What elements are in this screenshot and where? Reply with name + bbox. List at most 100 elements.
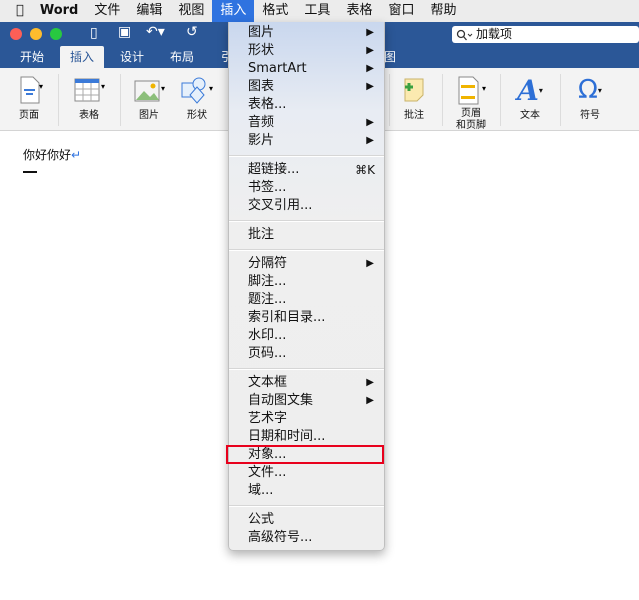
menu-file[interactable]: 文件	[86, 0, 128, 22]
search-input[interactable]: 加载项	[452, 26, 639, 43]
menu-item[interactable]: 域...	[229, 482, 384, 500]
menu-help[interactable]: 帮助	[422, 0, 464, 22]
header-footer-button[interactable]: ▾ 页眉 和页脚	[446, 74, 496, 132]
divider	[58, 74, 59, 126]
picture-icon: ▾	[124, 74, 174, 106]
tab-insert[interactable]: 插入	[60, 46, 105, 68]
submenu-arrow-icon: ▶	[366, 135, 374, 146]
menu-item[interactable]: 形状 ▶	[229, 42, 384, 60]
menu-item-label: 水印...	[248, 328, 287, 343]
sidebar-icon[interactable]: ▯	[90, 25, 98, 41]
app-menu[interactable]: Word	[32, 0, 87, 22]
minimize-button[interactable]	[30, 28, 42, 40]
table-icon: ▾	[64, 74, 114, 106]
text-button[interactable]: A ▾ 文本	[505, 74, 555, 122]
menu-item[interactable]: 公式	[229, 511, 384, 529]
pictures-button[interactable]: ▾ 图片	[124, 74, 174, 122]
menu-item-label: 批注	[248, 227, 275, 242]
menu-insert[interactable]: 插入	[212, 0, 255, 22]
menu-separator	[229, 505, 384, 507]
symbol-button[interactable]: Ω ▾ 符号	[565, 74, 615, 122]
menu-item[interactable]: 索引和目录...	[229, 309, 384, 327]
menu-item-label: 音频	[248, 115, 275, 130]
tab-layout[interactable]: 布局	[160, 46, 204, 68]
menu-item-label: 艺术字	[248, 411, 288, 426]
search-icon	[456, 26, 476, 43]
submenu-arrow-icon: ▶	[366, 395, 374, 406]
menu-item-label: 域...	[248, 483, 274, 498]
comment-button[interactable]: 批注	[389, 74, 439, 122]
menu-item[interactable]: 表格...	[229, 96, 384, 114]
menu-item[interactable]: 文件...	[229, 464, 384, 482]
menu-item[interactable]: 高级符号...	[229, 529, 384, 547]
menu-item[interactable]: 题注...	[229, 291, 384, 309]
table-button[interactable]: ▾ 表格	[64, 74, 114, 122]
apple-menu-icon[interactable]: 	[0, 0, 32, 22]
menu-item[interactable]: 自动图文集 ▶	[229, 392, 384, 410]
menu-item[interactable]: SmartArt ▶	[229, 60, 384, 78]
menu-item[interactable]: 分隔符 ▶	[229, 255, 384, 273]
menu-separator	[229, 368, 384, 370]
shortcut-label: ⌘K	[355, 163, 375, 177]
menu-item[interactable]: 水印...	[229, 327, 384, 345]
zoom-button[interactable]	[50, 28, 62, 40]
insert-menu: 图片 ▶ 形状 ▶ SmartArt ▶ 图表 ▶ 表格... 音频 ▶ 影片 ▶ 超链接... ⌘K 书签.…	[228, 22, 385, 551]
menu-bar:  Word 文件 编辑 视图 插入 格式 工具 表格 窗口 帮助	[0, 0, 639, 22]
menu-item[interactable]: 图片 ▶	[229, 24, 384, 42]
undo-icon[interactable]: ↶▾	[146, 24, 165, 40]
menu-separator	[229, 249, 384, 251]
menu-edit[interactable]: 编辑	[128, 0, 170, 22]
submenu-arrow-icon: ▶	[366, 377, 374, 388]
menu-table[interactable]: 表格	[338, 0, 380, 22]
submenu-arrow-icon: ▶	[366, 81, 374, 92]
divider	[560, 74, 561, 126]
menu-view[interactable]: 视图	[170, 0, 212, 22]
save-icon[interactable]: ▣	[118, 24, 131, 40]
submenu-arrow-icon: ▶	[366, 27, 374, 38]
menu-item[interactable]: 日期和时间...	[229, 428, 384, 446]
divider	[120, 74, 121, 126]
menu-item[interactable]: 文本框 ▶	[229, 374, 384, 392]
menu-item[interactable]: 艺术字	[229, 410, 384, 428]
menu-item[interactable]: 音频 ▶	[229, 114, 384, 132]
menu-item[interactable]: 书签...	[229, 179, 384, 197]
new-comment-icon	[389, 74, 439, 106]
menu-window[interactable]: 窗口	[380, 0, 422, 22]
menu-item-label: 文本框	[248, 375, 288, 390]
menu-item[interactable]: 页码...	[229, 345, 384, 363]
redo-icon[interactable]: ↺	[186, 24, 198, 40]
divider	[442, 74, 443, 126]
menu-item-label: 公式	[248, 512, 275, 527]
menu-item-label: 图表	[248, 79, 275, 94]
divider	[500, 74, 501, 126]
menu-item-label: 日期和时间...	[248, 429, 326, 444]
menu-item-label: 题注...	[248, 292, 287, 307]
tab-home[interactable]: 开始	[10, 46, 54, 68]
menu-separator	[229, 220, 384, 222]
menu-item-label: 书签...	[248, 180, 287, 195]
omega-icon: Ω ▾	[578, 75, 602, 105]
close-button[interactable]	[10, 28, 22, 40]
menu-item-label: 图片	[248, 25, 275, 40]
menu-item-label: 影片	[248, 133, 275, 148]
tab-design[interactable]: 设计	[110, 46, 154, 68]
menu-item-label: 超链接...	[248, 162, 300, 177]
menu-item[interactable]: 交叉引用...	[229, 197, 384, 215]
menu-item[interactable]: 图表 ▶	[229, 78, 384, 96]
menu-item-label: 高级符号...	[248, 530, 313, 545]
highlight-box	[226, 445, 384, 464]
menu-item[interactable]: 超链接... ⌘K	[229, 161, 384, 179]
submenu-arrow-icon: ▶	[366, 258, 374, 269]
document-body[interactable]: 你好你好↵	[23, 146, 81, 173]
menu-tools[interactable]: 工具	[296, 0, 338, 22]
menu-item[interactable]: 脚注...	[229, 273, 384, 291]
search-placeholder: 加载项	[476, 27, 513, 41]
page-icon: ▾	[4, 74, 54, 106]
shapes-button[interactable]: ▾ 形状	[172, 74, 222, 122]
menu-item[interactable]: 影片 ▶	[229, 132, 384, 150]
pages-button[interactable]: ▾ 页面	[4, 74, 54, 122]
menu-item[interactable]: 批注	[229, 226, 384, 244]
end-of-document-mark	[23, 171, 37, 173]
menu-item-label: 自动图文集	[248, 393, 314, 408]
menu-format[interactable]: 格式	[254, 0, 296, 22]
